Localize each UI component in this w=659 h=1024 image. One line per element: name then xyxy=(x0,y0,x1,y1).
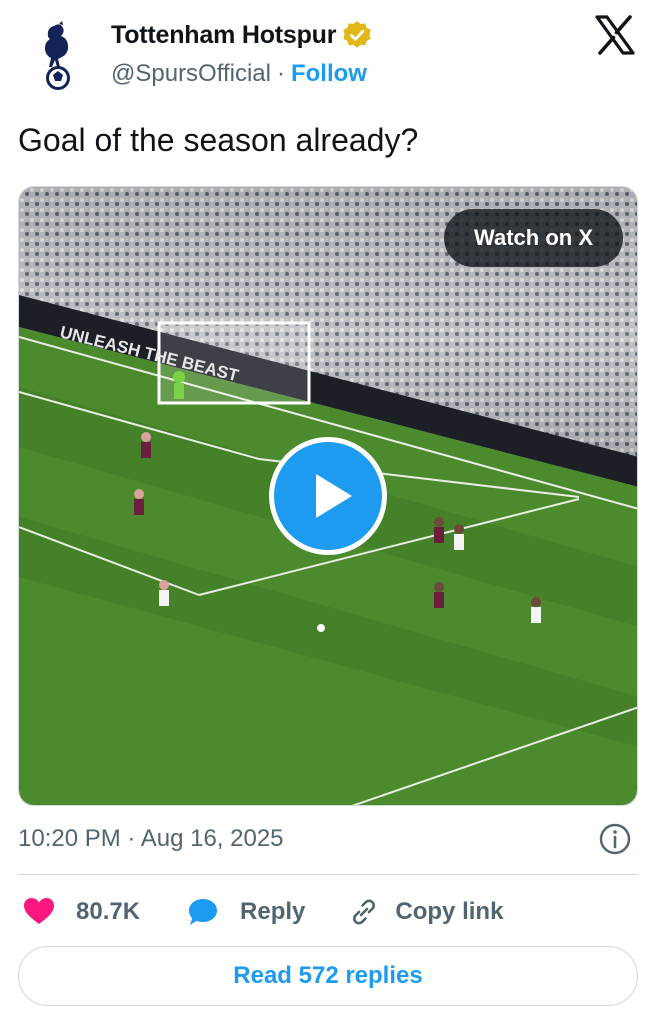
speech-bubble-icon xyxy=(189,899,218,925)
reply-button[interactable]: Reply xyxy=(186,895,305,929)
timestamp-row: 10:20 PM · Aug 16, 2025 xyxy=(18,822,638,856)
read-replies-button[interactable]: Read 572 replies xyxy=(18,946,638,1006)
divider xyxy=(18,874,638,875)
copy-link-button[interactable]: Copy link xyxy=(347,895,503,929)
watch-on-x-button[interactable]: Watch on X xyxy=(444,209,623,267)
like-button[interactable]: 80.7K xyxy=(22,895,140,929)
heart-icon xyxy=(24,898,54,924)
link-icon xyxy=(353,899,376,925)
avatar[interactable] xyxy=(18,14,98,98)
action-bar: 80.7K Reply Copy link xyxy=(18,888,638,936)
tweet-header: Tottenham Hotspur @SpursOfficial · Follo… xyxy=(0,0,659,110)
reply-label: Reply xyxy=(240,898,306,925)
name-row: Tottenham Hotspur xyxy=(111,20,372,50)
handle-row: @SpursOfficial · Follow xyxy=(111,60,367,88)
display-name[interactable]: Tottenham Hotspur xyxy=(111,21,336,50)
tweet-text: Goal of the season already? xyxy=(18,122,419,158)
x-logo-icon[interactable] xyxy=(594,14,636,56)
play-button[interactable] xyxy=(269,437,387,555)
info-icon[interactable] xyxy=(598,822,632,856)
like-count: 80.7K xyxy=(76,898,141,925)
follow-button[interactable]: Follow xyxy=(291,60,367,88)
spurs-crest-icon xyxy=(45,21,70,90)
play-icon xyxy=(316,474,352,518)
video-media[interactable]: UNLEASH THE BEAST Watch on X xyxy=(18,186,638,806)
gold-verified-badge-icon xyxy=(343,21,372,48)
account-handle[interactable]: @SpursOfficial xyxy=(111,60,271,88)
tweet-timestamp[interactable]: 10:20 PM · Aug 16, 2025 xyxy=(18,825,284,853)
copy-link-label: Copy link xyxy=(395,898,504,925)
separator-dot: · xyxy=(276,60,285,87)
